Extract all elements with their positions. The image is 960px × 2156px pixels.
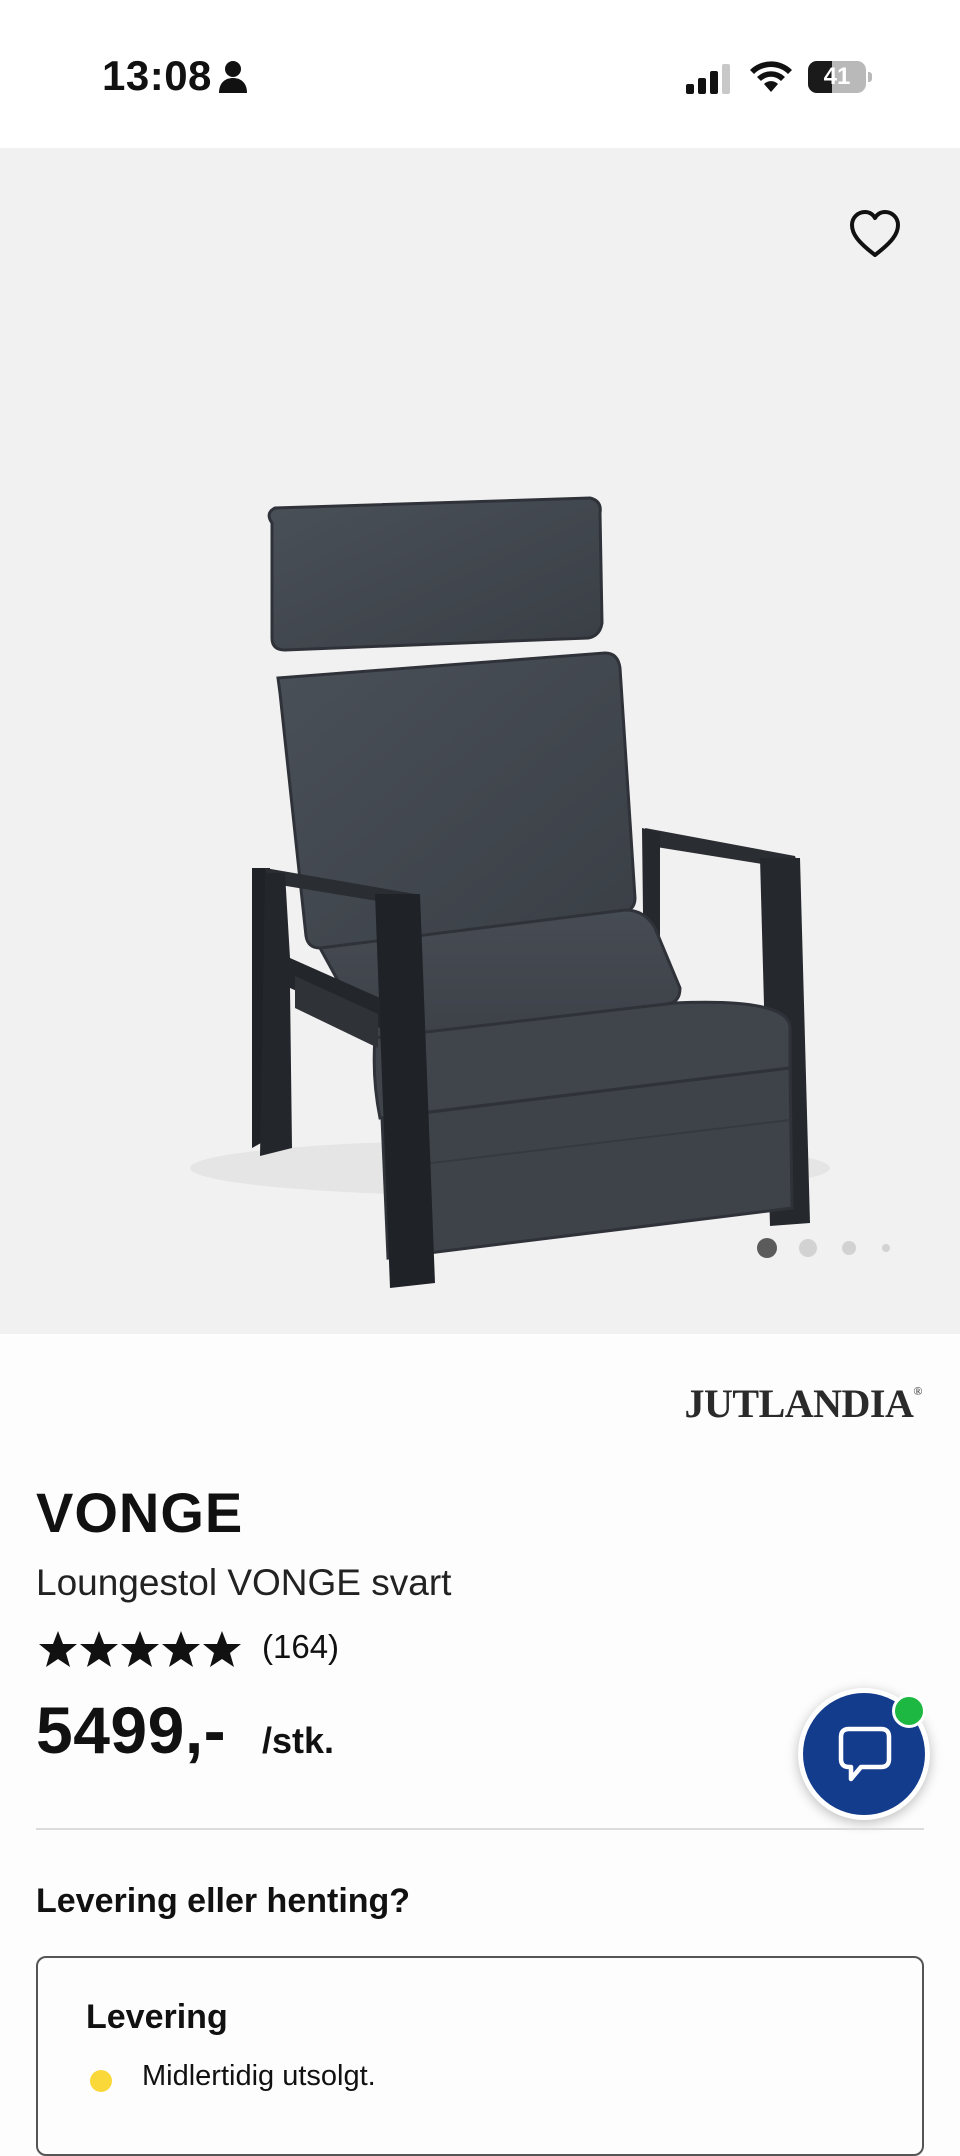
online-status-indicator: [892, 1694, 926, 1728]
product-price: 5499,-: [36, 1693, 227, 1767]
pagination-dot[interactable]: [799, 1239, 817, 1257]
product-title: VONGE: [36, 1481, 244, 1544]
stock-status-dot: [90, 2070, 112, 2092]
brand-name: JUTLANDIA: [684, 1381, 914, 1426]
stock-status-text: Midlertidig utsolgt.: [142, 2060, 376, 2092]
brand-mark: ®: [913, 1384, 922, 1398]
battery-icon: 41: [808, 61, 872, 93]
delivery-option-card[interactable]: Levering Midlertidig utsolgt.: [36, 1956, 924, 2156]
status-bar: 13:08 41: [0, 0, 960, 148]
product-image-gallery[interactable]: [0, 148, 960, 1334]
star-icon: [203, 1631, 241, 1667]
star-icon: [39, 1631, 77, 1667]
status-time: 13:08: [102, 52, 212, 99]
chat-button[interactable]: [798, 1688, 930, 1820]
product-description: Loungestol VONGE svart: [36, 1562, 452, 1603]
signal-icon: [686, 64, 730, 94]
delivery-heading: Levering eller henting?: [36, 1882, 411, 1920]
pagination-dot[interactable]: [842, 1241, 856, 1255]
person-icon: [219, 61, 247, 93]
product-rating[interactable]: (164): [38, 1628, 458, 1672]
product-info: JUTLANDIA® VONGE Loungestol VONGE svart …: [0, 1334, 960, 2156]
delivery-card-title: Levering: [86, 1998, 228, 2036]
section-divider: [36, 1828, 924, 1830]
battery-level: 41: [823, 63, 851, 90]
pagination-dot[interactable]: [757, 1238, 777, 1258]
chat-bubble-icon: [838, 1726, 892, 1782]
chair-photo: [190, 496, 830, 1288]
heart-outline-icon[interactable]: [848, 208, 902, 262]
star-icon: [80, 1631, 118, 1667]
price-unit: /stk.: [262, 1720, 335, 1761]
star-icon: [162, 1631, 200, 1667]
pagination-dot[interactable]: [882, 1244, 890, 1252]
brand-logo[interactable]: JUTLANDIA®: [684, 1380, 923, 1427]
wifi-icon: [750, 61, 792, 92]
image-pagination[interactable]: [750, 1236, 900, 1260]
review-count[interactable]: (164): [262, 1628, 339, 1666]
star-icon: [121, 1631, 159, 1667]
